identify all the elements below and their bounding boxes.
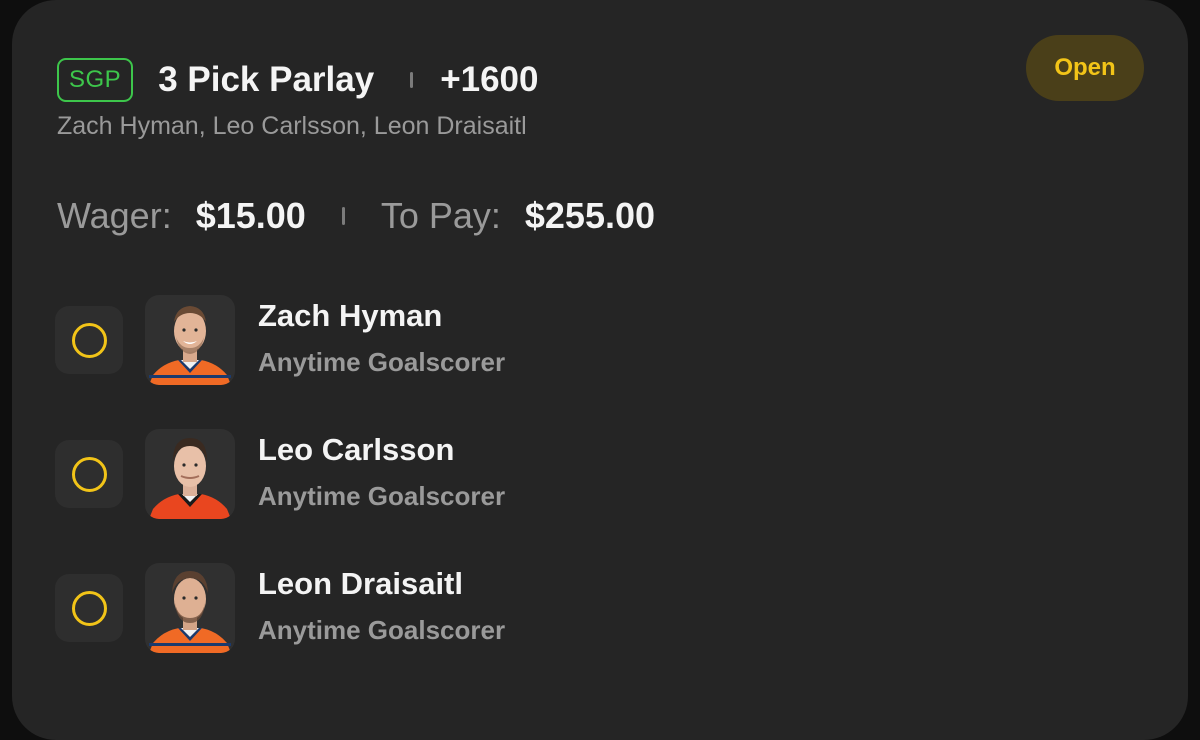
market-label: Anytime Goalscorer — [258, 347, 506, 377]
pending-circle-icon — [72, 591, 107, 626]
wager-value: $15.00 — [195, 195, 306, 236]
divider — [410, 72, 414, 88]
wager-label: Wager: — [57, 195, 172, 236]
pick-status — [55, 306, 123, 374]
status-badge: Open — [1026, 35, 1144, 101]
divider — [341, 207, 345, 225]
to-pay-label: To Pay: — [380, 195, 501, 236]
player-headshot-icon — [145, 429, 235, 519]
market-label: Anytime Goalscorer — [258, 481, 506, 511]
players-summary: Zach Hyman, Leo Carlsson, Leon Draisaitl — [57, 112, 527, 140]
player-name: Leon Draisaitl — [258, 566, 463, 601]
pick-status — [55, 574, 123, 642]
pending-circle-icon — [72, 457, 107, 492]
pick-row[interactable]: Leo Carlsson Anytime Goalscorer — [55, 429, 755, 519]
bet-header: SGP 3 Pick Parlay +1600 — [57, 58, 539, 102]
pending-circle-icon — [72, 323, 107, 358]
market-label: Anytime Goalscorer — [258, 615, 506, 645]
pick-row[interactable]: Leon Draisaitl Anytime Goalscorer — [55, 563, 755, 653]
bet-odds: +1600 — [440, 60, 539, 99]
wager-row: Wager: $15.00 To Pay: $255.00 — [57, 193, 655, 239]
bet-title: 3 Pick Parlay — [158, 60, 375, 99]
player-name: Zach Hyman — [258, 298, 443, 333]
pick-row[interactable]: Zach Hyman Anytime Goalscorer — [55, 295, 755, 385]
pick-status — [55, 440, 123, 508]
player-headshot-icon — [145, 295, 235, 385]
player-headshot-icon — [145, 563, 235, 653]
bet-card[interactable]: SGP 3 Pick Parlay +1600 Zach Hyman, Leo … — [12, 0, 1188, 740]
player-name: Leo Carlsson — [258, 432, 455, 467]
to-pay-value: $255.00 — [524, 195, 656, 236]
sgp-badge: SGP — [57, 58, 134, 102]
